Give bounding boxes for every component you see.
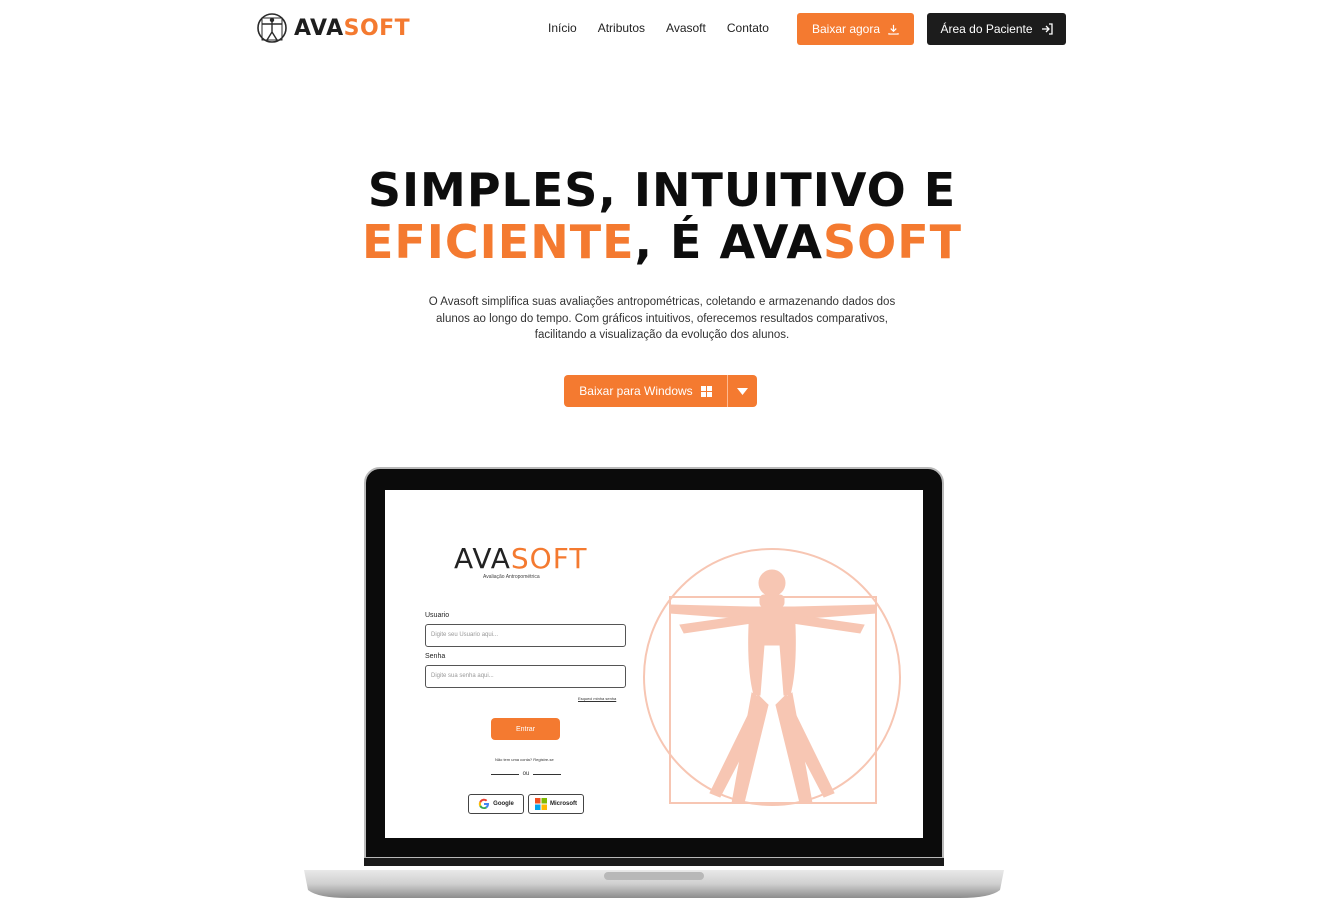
download-windows-button[interactable]: Baixar para Windows bbox=[564, 375, 727, 407]
signup-link[interactable]: Não tem uma conta? Registre-se bbox=[495, 757, 554, 762]
menu-contato[interactable]: Contato bbox=[727, 21, 769, 35]
vitruvian-logo-icon bbox=[257, 13, 287, 43]
brand-part1: AVA bbox=[294, 15, 344, 41]
google-label: Google bbox=[493, 801, 514, 807]
google-icon bbox=[478, 798, 490, 809]
forgot-password-link[interactable]: Esqueci minha senha bbox=[578, 696, 616, 701]
top-navbar: AVASOFT Início Atributos Avasoft Contato… bbox=[0, 0, 1324, 60]
microsoft-label: Microsoft bbox=[550, 801, 577, 807]
download-windows-label: Baixar para Windows bbox=[579, 384, 693, 398]
headline-end: SOFT bbox=[823, 215, 963, 269]
brand-part2: SOFT bbox=[343, 15, 411, 41]
patient-area-button[interactable]: Área do Paciente bbox=[927, 13, 1066, 45]
menu-atributos[interactable]: Atributos bbox=[598, 21, 645, 35]
brand-wordmark: AVASOFT bbox=[294, 16, 410, 41]
laptop-screen-login: AVASOFT Avaliação Antropométrica Usuario… bbox=[385, 490, 923, 838]
headline-accent: EFICIENTE bbox=[361, 215, 635, 269]
user-label: Usuario bbox=[425, 612, 450, 619]
caret-down-icon bbox=[737, 387, 748, 395]
password-label: Senha bbox=[425, 653, 446, 660]
download-options-toggle[interactable] bbox=[727, 375, 757, 407]
download-now-button[interactable]: Baixar agora bbox=[797, 13, 914, 45]
screen-logo: AVASOFT bbox=[454, 542, 587, 575]
or-divider: ou bbox=[491, 771, 561, 777]
screen-logo-part1: AVA bbox=[454, 542, 511, 575]
microsoft-login-button[interactable]: Microsoft bbox=[528, 794, 584, 814]
download-windows-split-button: Baixar para Windows bbox=[564, 375, 757, 407]
hero-headline: SIMPLES, INTUITIVO E EFICIENTE, É AVASOF… bbox=[0, 164, 1324, 268]
brand-logo[interactable]: AVASOFT bbox=[256, 12, 410, 44]
laptop-base bbox=[304, 858, 1004, 898]
login-icon bbox=[1041, 23, 1053, 35]
headline-line1: SIMPLES, INTUITIVO E bbox=[367, 163, 957, 217]
vitruvian-man-illustration bbox=[643, 548, 901, 806]
user-input[interactable]: Digite seu Usuario aqui... bbox=[425, 624, 626, 647]
hero-description: O Avasoft simplifica suas avaliações ant… bbox=[428, 296, 896, 341]
or-text: ou bbox=[522, 771, 530, 777]
headline-line2: EFICIENTE, É AVASOFT bbox=[0, 216, 1324, 268]
menu-inicio[interactable]: Início bbox=[548, 21, 577, 35]
password-input[interactable]: Digite sua senha aqui... bbox=[425, 665, 626, 688]
windows-icon bbox=[700, 385, 712, 397]
screen-logo-part2: SOFT bbox=[510, 542, 588, 575]
patient-area-label: Área do Paciente bbox=[940, 22, 1033, 36]
login-button[interactable]: Entrar bbox=[491, 718, 560, 740]
download-now-label: Baixar agora bbox=[811, 22, 881, 36]
headline-middle: , É AVA bbox=[634, 215, 823, 269]
google-login-button[interactable]: Google bbox=[468, 794, 524, 814]
download-icon bbox=[888, 24, 899, 35]
menu-avasoft[interactable]: Avasoft bbox=[666, 21, 706, 35]
screen-subtitle: Avaliação Antropométrica bbox=[483, 574, 540, 580]
microsoft-icon bbox=[535, 798, 547, 810]
main-menu: Início Atributos Avasoft Contato bbox=[548, 21, 769, 35]
